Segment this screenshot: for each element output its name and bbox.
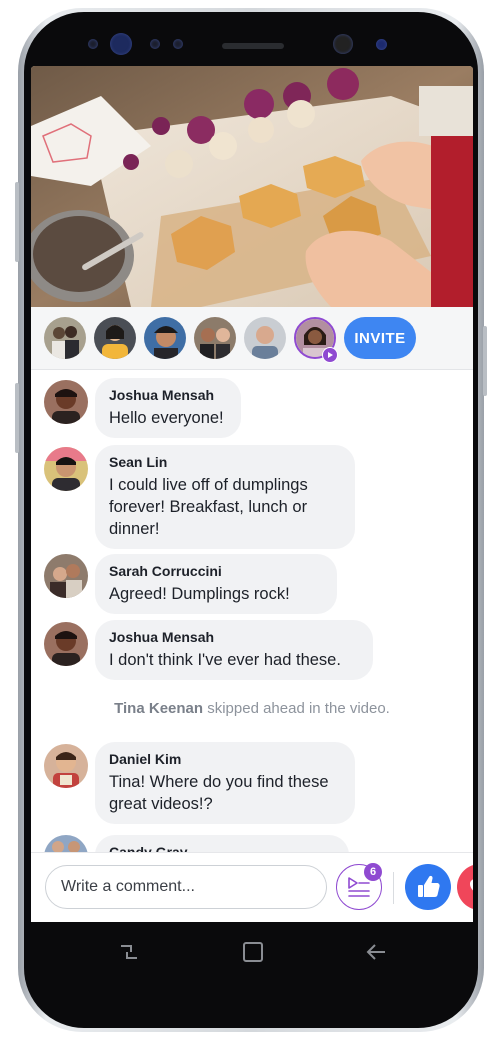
composer-divider: [393, 872, 394, 904]
system-event-actor[interactable]: Tina Keenan: [114, 700, 203, 717]
back-arrow-icon[interactable]: [365, 940, 389, 964]
avatar[interactable]: [44, 622, 88, 666]
viewer-avatar-1[interactable]: [44, 317, 86, 359]
love-button[interactable]: [457, 864, 473, 910]
front-camera: [333, 34, 353, 54]
thumbs-up-icon: [418, 875, 440, 897]
viewers-row: INVITE: [31, 307, 473, 370]
video-player[interactable]: [31, 66, 473, 307]
earpiece-speaker: [222, 43, 284, 49]
viewer-avatar-2[interactable]: [94, 317, 136, 359]
viewer-avatar-4[interactable]: [194, 317, 236, 359]
comment-author[interactable]: Daniel Kim: [109, 750, 341, 768]
comment-author[interactable]: Joshua Mensah: [109, 386, 227, 404]
heart-icon: [470, 879, 473, 891]
comment-text: Hello everyone!: [109, 409, 224, 427]
home-icon[interactable]: [241, 940, 265, 964]
comment-bubble: Joshua Mensah I don't think I've ever ha…: [95, 620, 373, 680]
comment-bubble: Sean Lin I could live off of dumplings f…: [95, 445, 355, 549]
host-live-badge-icon: [322, 347, 338, 363]
system-event-line: Tina Keenan skipped ahead in the video.: [31, 700, 473, 717]
app-screen: INVITE Joshua Mensah Hello everyone! Sea…: [31, 66, 473, 922]
viewer-avatar-5[interactable]: [244, 317, 286, 359]
comment-author[interactable]: Joshua Mensah: [109, 628, 359, 646]
comment-text: I could live off of dumplings forever! B…: [109, 476, 308, 538]
comments-list: Joshua Mensah Hello everyone! Sean Lin I…: [31, 370, 473, 852]
comment-bubble: Candy Gray: [95, 835, 349, 852]
viewer-avatar-3[interactable]: [144, 317, 186, 359]
queue-count-badge: 6: [364, 863, 382, 881]
comment-composer: 6: [31, 852, 473, 922]
iris-led: [376, 39, 387, 50]
invite-button[interactable]: INVITE: [344, 317, 416, 359]
comment-text: Agreed! Dumplings rock!: [109, 585, 290, 603]
avatar[interactable]: [44, 835, 88, 852]
avatar[interactable]: [44, 380, 88, 424]
comment-author[interactable]: Sean Lin: [109, 453, 341, 471]
comment-bubble: Sarah Corruccini Agreed! Dumplings rock!: [95, 554, 337, 614]
proximity-sensor: [150, 39, 160, 49]
recent-apps-icon[interactable]: [117, 940, 141, 964]
comment-bubble: Joshua Mensah Hello everyone!: [95, 378, 241, 438]
like-button[interactable]: [405, 864, 451, 910]
comment-author[interactable]: Candy Gray: [109, 843, 335, 852]
side-button-right: [483, 326, 487, 396]
system-nav-bar: [31, 922, 473, 988]
comment-text: Tina! Where do you find these great vide…: [109, 773, 329, 813]
side-button-left-top: [15, 182, 19, 262]
avatar[interactable]: [44, 447, 88, 491]
comment-text: I don't think I've ever had these.: [109, 651, 341, 669]
iris-scanner: [110, 33, 132, 55]
comment-bubble: Daniel Kim Tina! Where do you find these…: [95, 742, 355, 824]
comment-author[interactable]: Sarah Corruccini: [109, 562, 323, 580]
video-frame-image: [31, 66, 473, 307]
side-button-left-bottom: [15, 383, 19, 453]
system-event-text: skipped ahead in the video.: [203, 700, 390, 717]
front-sensor: [88, 39, 98, 49]
avatar[interactable]: [44, 744, 88, 788]
light-sensor: [173, 39, 183, 49]
avatar[interactable]: [44, 554, 88, 598]
comment-input[interactable]: [45, 865, 327, 909]
